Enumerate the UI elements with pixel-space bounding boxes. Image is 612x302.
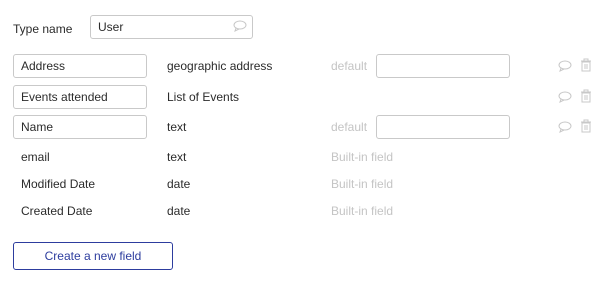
comment-bubble-icon[interactable] — [558, 121, 572, 135]
create-new-field-button[interactable]: Create a new field — [13, 242, 173, 270]
default-label-name: default — [331, 120, 368, 134]
default-input-address[interactable] — [376, 54, 510, 78]
type-name-label: Type name — [13, 22, 73, 36]
builtin-label-email: Built-in field — [331, 150, 394, 164]
builtin-label-modified-date: Built-in field — [331, 177, 394, 191]
field-type-address[interactable]: geographic address — [167, 58, 272, 74]
default-input-name[interactable] — [376, 115, 510, 139]
field-name-input-events-attended[interactable]: Events attended — [13, 85, 147, 109]
trash-icon[interactable] — [580, 119, 594, 133]
default-label-address: default — [331, 59, 368, 73]
field-type-modified-date: date — [167, 177, 191, 191]
field-type-name[interactable]: text — [167, 119, 186, 135]
trash-icon[interactable] — [580, 89, 594, 103]
field-name-created-date: Created Date — [21, 204, 93, 218]
field-name-input-address[interactable]: Address — [13, 54, 147, 78]
comment-bubble-icon[interactable] — [233, 20, 247, 34]
builtin-label-created-date: Built-in field — [331, 204, 394, 218]
field-name-modified-date: Modified Date — [21, 177, 96, 191]
trash-icon[interactable] — [580, 58, 594, 72]
field-type-email: text — [167, 150, 187, 164]
field-type-events-attended[interactable]: List of Events — [167, 89, 239, 105]
comment-bubble-icon[interactable] — [558, 91, 572, 105]
field-name-input-name[interactable]: Name — [13, 115, 147, 139]
field-type-created-date: date — [167, 204, 191, 218]
comment-bubble-icon[interactable] — [558, 60, 572, 74]
type-name-input[interactable]: User — [90, 15, 253, 39]
field-name-email: email — [21, 150, 50, 164]
